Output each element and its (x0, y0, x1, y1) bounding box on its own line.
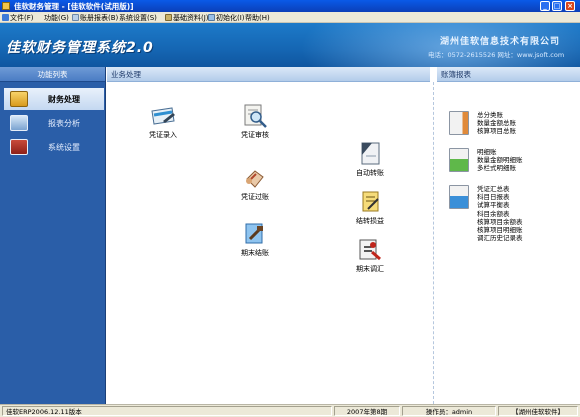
carry-forward-button[interactable]: 结转损益 (340, 189, 400, 226)
ledger-menu-icon (72, 14, 79, 21)
period-end-adjust-label: 期末调汇 (356, 265, 384, 273)
menu-ledger-label: 账册报表(B) (80, 14, 119, 22)
section-divider (433, 82, 434, 404)
voucher-audit-icon (241, 103, 269, 129)
report-link[interactable]: 科目余额表 (477, 210, 523, 218)
voucher-entry-button[interactable]: 凭证录入 (133, 103, 193, 140)
voucher-post-button[interactable]: 凭证过账 (225, 165, 285, 202)
close-button[interactable]: × (565, 1, 575, 11)
main-workspace: 业务处理 账簿报表 凭证录入 凭证审核 凭证过账 期末结账 自动转账 结转损益 … (107, 67, 580, 404)
status-version: 佳软ERP2006.12.11版本 (2, 406, 332, 416)
voucher-entry-label: 凭证录入 (149, 131, 177, 139)
menu-system-settings[interactable]: 系统设置(S) (119, 13, 157, 23)
nav-item-settings[interactable]: 系统设置 (4, 136, 104, 158)
business-section-header: 业务处理 (107, 67, 430, 82)
function-list-panel: 功能列表 财务处理 报表分析 系统设置 (0, 67, 106, 404)
nav-item-finance-label: 财务处理 (48, 95, 80, 104)
menu-help[interactable]: 帮助(H) (245, 13, 270, 23)
period-end-close-icon (241, 221, 269, 247)
settings-icon (10, 139, 28, 155)
title-bar: 佳软财务管理 - [佳软软件(试用版)] _ □ × (0, 0, 580, 12)
report-link[interactable]: 总分类账 (477, 111, 516, 119)
period-end-close-button[interactable]: 期末结账 (225, 221, 285, 258)
report-link[interactable]: 核算项目明细账 (477, 226, 523, 234)
menu-file[interactable]: 文件(F) (2, 13, 34, 23)
file-icon (2, 14, 9, 21)
summary-book-icon (449, 185, 469, 209)
company-contact: 电话：0572-2615526 网址：www.jsoft.com (428, 51, 565, 59)
menu-file-label: 文件(F) (10, 14, 34, 22)
period-end-close-label: 期末结账 (241, 249, 269, 257)
system-title: 佳软财务管理系统2.0 (6, 40, 154, 56)
voucher-post-icon (241, 165, 269, 191)
detail-book-icon (449, 148, 469, 172)
voucher-entry-icon (149, 103, 177, 129)
voucher-audit-label: 凭证审核 (241, 131, 269, 139)
header-banner: 佳软财务管理系统2.0 湖州佳软信息技术有限公司 电话：0572-2615526… (0, 23, 580, 67)
maximize-button[interactable]: □ (552, 1, 562, 11)
ledger-book-icon (449, 111, 469, 135)
menu-basic-data-label: 基础资料(J) (173, 14, 209, 22)
report-link[interactable]: 试算平衡表 (477, 201, 523, 209)
carry-forward-icon (356, 189, 384, 215)
menu-basic-data[interactable]: 基础资料(J) (165, 13, 209, 23)
nav-item-report-label: 报表分析 (48, 119, 80, 128)
nav-item-report-analysis[interactable]: 报表分析 (4, 112, 104, 134)
auto-transfer-label: 自动转账 (356, 169, 384, 177)
menu-initialize-label: 初始化(I) (216, 14, 245, 22)
function-list-header: 功能列表 (0, 67, 105, 82)
report-link[interactable]: 凭证汇总表 (477, 185, 523, 193)
carry-forward-label: 结转损益 (356, 217, 384, 225)
status-company: 【湖州佳软软件】 (498, 406, 578, 416)
menu-ledger-reports[interactable]: 账册报表(B) (72, 13, 118, 23)
period-end-adjust-icon (356, 237, 384, 263)
report-link[interactable]: 多栏式明细账 (477, 164, 523, 172)
auto-transfer-button[interactable]: 自动转账 (340, 141, 400, 178)
menu-function[interactable]: 功能(G) (44, 13, 69, 23)
report-analysis-icon (10, 115, 28, 131)
period-end-adjust-button[interactable]: 期末调汇 (340, 237, 400, 274)
status-bar: 佳软ERP2006.12.11版本 2007年第8期 操作员：admin 【湖州… (0, 404, 580, 417)
initialize-menu-icon (208, 14, 215, 21)
status-period: 2007年第8期 (334, 406, 400, 416)
report-section-header: 账簿报表 (437, 67, 580, 82)
report-link[interactable]: 明细账 (477, 148, 523, 156)
company-name: 湖州佳软信息技术有限公司 (440, 37, 561, 47)
auto-transfer-icon (356, 141, 384, 167)
basic-data-menu-icon (165, 14, 172, 21)
menu-initialize[interactable]: 初始化(I) (208, 13, 245, 23)
nav-item-finance[interactable]: 财务处理 (4, 88, 104, 110)
report-link[interactable]: 调汇历史记录表 (477, 234, 523, 242)
voucher-audit-button[interactable]: 凭证审核 (225, 103, 285, 140)
minimize-button[interactable]: _ (540, 1, 550, 11)
report-link[interactable]: 核算项目余额表 (477, 218, 523, 226)
nav-item-settings-label: 系统设置 (48, 143, 80, 152)
window-title: 佳软财务管理 - [佳软软件(试用版)] (14, 2, 134, 11)
voucher-post-label: 凭证过账 (241, 193, 269, 201)
report-link[interactable]: 核算项目总账 (477, 127, 516, 135)
finance-icon (10, 91, 28, 107)
status-operator: 操作员：admin (402, 406, 496, 416)
menu-bar: 文件(F) 功能(G) 账册报表(B) 系统设置(S) 基础资料(J) 初始化(… (0, 12, 580, 23)
app-icon (2, 2, 10, 10)
